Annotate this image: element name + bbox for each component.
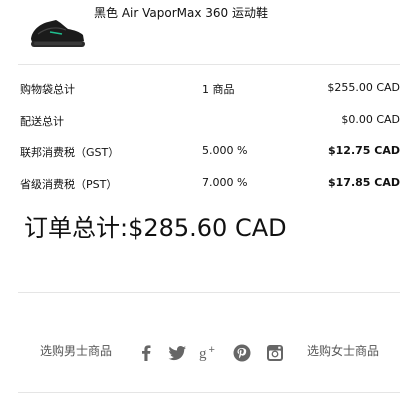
shop-men-link[interactable]: 选购男士商品 — [40, 342, 112, 359]
row-amount: $17.85 CAD — [328, 176, 400, 189]
instagram-icon[interactable] — [265, 343, 285, 363]
summary-row-pst: 省级消费税（PST） 7.000 % $17.85 CAD — [0, 176, 420, 196]
twitter-icon[interactable] — [167, 343, 187, 363]
order-grand-total: 订单总计:$285.60 CAD — [24, 214, 287, 242]
product-line-item: 黑色 Air VaporMax 360 运动鞋 — [0, 0, 420, 62]
summary-row-shipping: 配送总计 $0.00 CAD — [0, 113, 420, 133]
facebook-icon[interactable] — [136, 343, 156, 363]
shop-women-link[interactable]: 选购女士商品 — [307, 342, 379, 359]
product-name[interactable]: 黑色 Air VaporMax 360 运动鞋 — [94, 4, 268, 21]
sneaker-image[interactable] — [28, 12, 86, 52]
google-plus-icon[interactable]: g + — [199, 343, 219, 363]
svg-text:+: + — [209, 344, 215, 356]
row-rate: 7.000 % — [202, 176, 248, 189]
row-label: 省级消费税（PST） — [20, 178, 118, 191]
footer-bar: 选购男士商品 g + 选购女士商品 — [0, 336, 420, 370]
summary-row-bag-total: 购物袋总计 1 商品 $255.00 CAD — [0, 81, 420, 101]
divider — [18, 64, 400, 65]
row-label: 配送总计 — [20, 115, 64, 128]
divider — [18, 292, 400, 293]
row-amount: $12.75 CAD — [328, 144, 400, 157]
row-label: 联邦消费税（GST） — [20, 146, 120, 159]
row-label: 购物袋总计 — [20, 83, 75, 96]
row-rate: 5.000 % — [202, 144, 248, 157]
row-amount: $255.00 CAD — [327, 81, 400, 94]
svg-text:g: g — [199, 346, 207, 362]
row-quantity: 1 商品 — [202, 83, 235, 96]
divider — [18, 392, 400, 393]
summary-row-gst: 联邦消费税（GST） 5.000 % $12.75 CAD — [0, 144, 420, 164]
pinterest-icon[interactable] — [232, 343, 252, 363]
row-amount: $0.00 CAD — [341, 113, 400, 126]
